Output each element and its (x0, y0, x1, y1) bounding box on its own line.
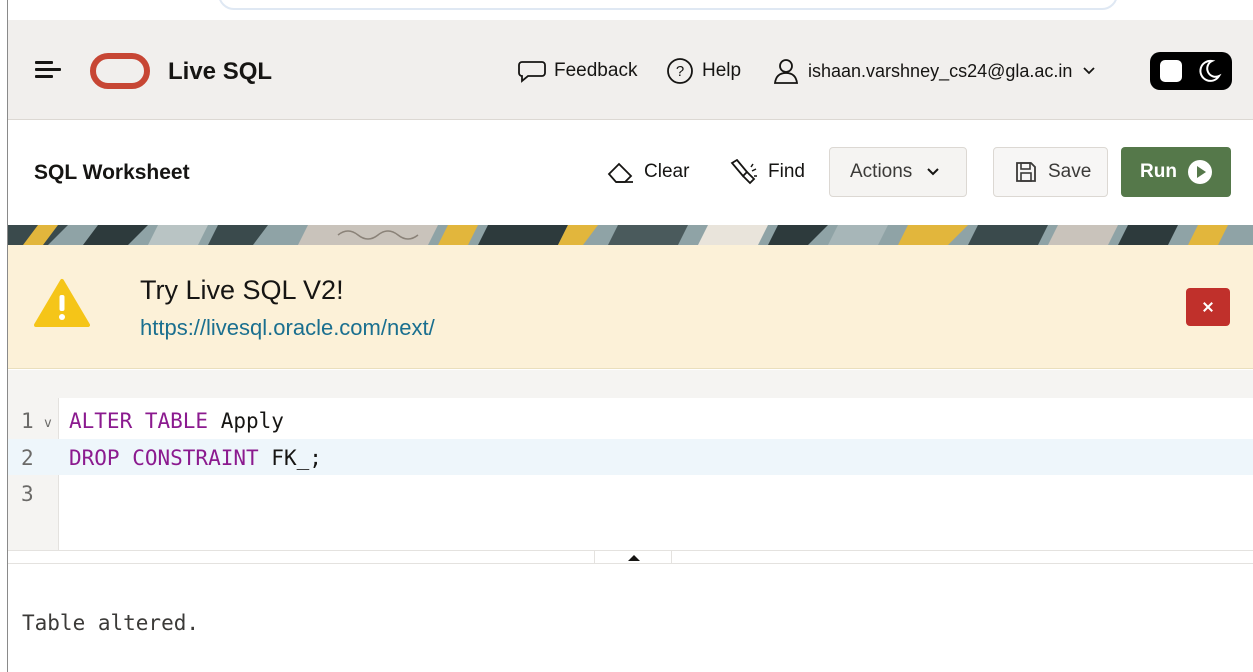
close-icon[interactable] (1186, 288, 1230, 326)
actions-label: Actions (850, 161, 913, 182)
line-number: 2 (21, 446, 34, 470)
editor-line-active[interactable]: 2 DROP CONSTRAINT FK_; (8, 439, 1253, 475)
help-link[interactable]: ? Help (666, 56, 741, 86)
help-label: Help (702, 60, 742, 81)
flashlight-icon (730, 159, 757, 185)
user-icon (773, 59, 799, 84)
code-text: ALTER TABLE Apply (69, 409, 284, 433)
line-number: 3 (21, 482, 34, 506)
clear-button[interactable]: Clear (606, 147, 689, 197)
sql-keyword: DROP CONSTRAINT (69, 446, 259, 470)
run-button[interactable]: Run (1121, 147, 1231, 197)
window-edge (7, 0, 8, 672)
feedback-label: Feedback (554, 60, 638, 81)
sql-text: FK_; (258, 446, 322, 470)
livesql-next-link[interactable]: https://livesql.oracle.com/next/ (140, 315, 435, 341)
sql-keyword: ALTER TABLE (69, 409, 209, 433)
try-v2-alert: Try Live SQL V2! https://livesql.oracle.… (8, 245, 1253, 369)
speech-bubble-icon (518, 61, 546, 83)
app-title[interactable]: Live SQL (168, 58, 272, 86)
worksheet-title: SQL Worksheet (34, 161, 190, 184)
address-bar-edge (218, 0, 1118, 10)
clear-label: Clear (644, 161, 690, 182)
editor-line[interactable]: 1 v ALTER TABLE Apply (8, 402, 1253, 438)
save-label: Save (1048, 161, 1092, 182)
theme-toggle[interactable] (1150, 52, 1232, 90)
spacer (8, 370, 1253, 398)
feedback-link[interactable]: Feedback (518, 56, 637, 86)
actions-dropdown[interactable]: Actions (829, 147, 967, 197)
alert-title: Try Live SQL V2! (140, 275, 344, 305)
pane-splitter (8, 550, 1253, 564)
find-label: Find (768, 161, 805, 182)
run-label: Run (1140, 161, 1177, 182)
menu-icon[interactable] (35, 58, 61, 80)
toggle-knob (1160, 60, 1182, 82)
browser-top-strip (8, 0, 1253, 20)
editor-line[interactable]: 3 (8, 475, 1253, 511)
splitter-handle[interactable] (594, 551, 672, 563)
floppy-disk-icon (1016, 162, 1036, 182)
save-button[interactable]: Save (993, 147, 1108, 197)
sql-text: Apply (208, 409, 284, 433)
output-message: Table altered. (22, 611, 200, 635)
code-text: DROP CONSTRAINT FK_; (69, 446, 322, 470)
user-menu[interactable]: ishaan.varshney_cs24@gla.ac.in (772, 56, 1096, 86)
output-pane: Table altered. (8, 565, 1253, 672)
fold-chevron-icon[interactable]: v (44, 416, 52, 431)
worksheet-toolbar: SQL Worksheet Clear Find Actions Save Ru… (8, 121, 1253, 225)
moon-icon (1199, 59, 1222, 82)
chevron-down-icon (927, 168, 940, 176)
line-number: 1 (21, 409, 34, 433)
find-button[interactable]: Find (730, 147, 805, 197)
decorative-banner (8, 225, 1253, 245)
svg-text:?: ? (676, 63, 684, 80)
chevron-down-icon (1083, 67, 1096, 75)
play-circle-icon (1187, 160, 1212, 184)
sql-editor[interactable]: 1 v ALTER TABLE Apply 2 DROP CONSTRAINT … (8, 398, 1253, 550)
app-header: Live SQL Feedback ? Help ishaan.varshney… (8, 20, 1253, 120)
user-email: ishaan.varshney_cs24@gla.ac.in (808, 60, 1073, 81)
oracle-logo[interactable] (90, 53, 150, 89)
eraser-icon (607, 162, 633, 183)
question-circle-icon: ? (667, 58, 693, 84)
warning-icon (34, 279, 90, 327)
